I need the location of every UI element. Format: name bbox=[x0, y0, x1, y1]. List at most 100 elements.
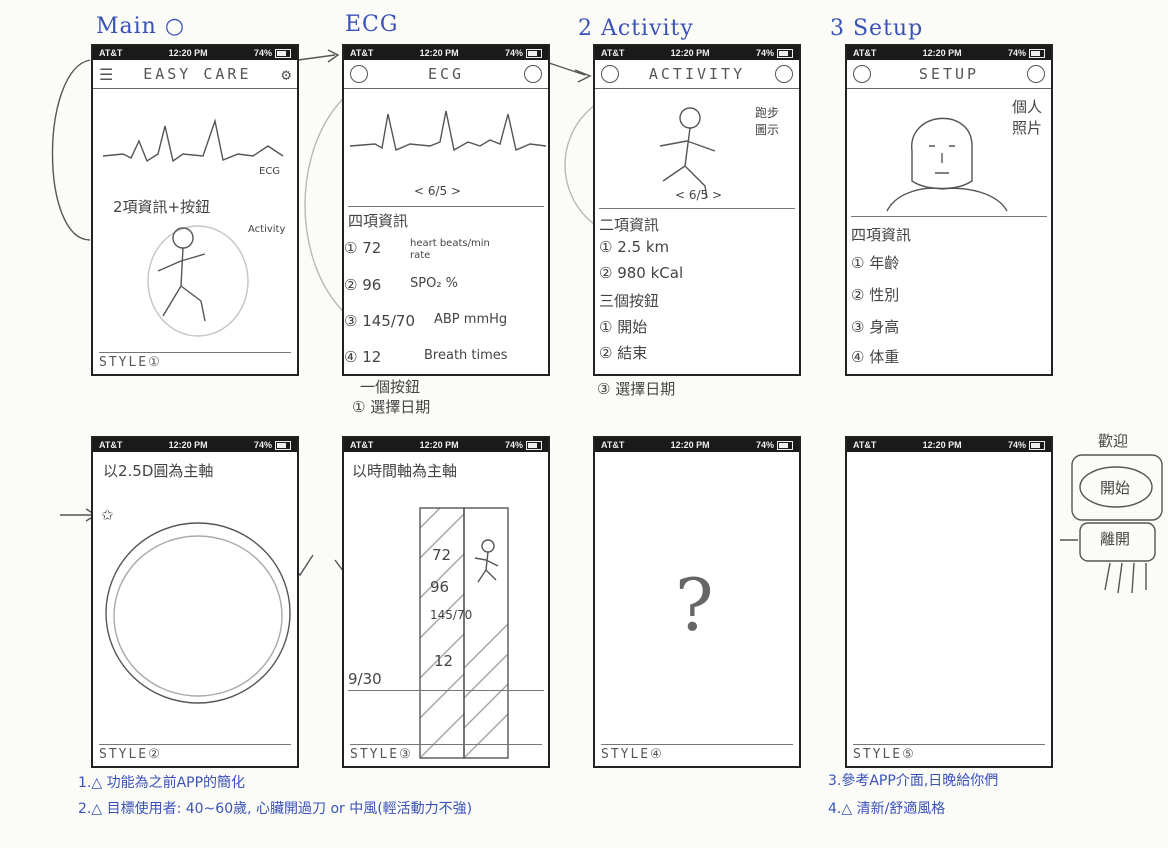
time: 12:20 PM bbox=[419, 48, 459, 58]
exit-button[interactable]: 離開 bbox=[1100, 528, 1130, 549]
page-title: 以時間軸為主軸 bbox=[352, 462, 458, 480]
battery-icon bbox=[1029, 441, 1045, 451]
battery: 74% bbox=[755, 47, 774, 58]
status-bar: AT&T 12:20 PM 74% bbox=[93, 438, 297, 452]
menu-icon[interactable]: ☰ bbox=[99, 65, 113, 84]
note-4: 4.△ 清新/舒適風格 bbox=[828, 801, 946, 817]
button-section: 三個按鈕 bbox=[599, 292, 660, 310]
start-button[interactable]: ① 開始 bbox=[599, 316, 647, 337]
back-button[interactable] bbox=[350, 65, 368, 83]
battery: 74% bbox=[253, 47, 272, 58]
battery: 74% bbox=[253, 439, 272, 450]
battery-icon bbox=[777, 441, 793, 451]
carrier: AT&T bbox=[601, 440, 625, 450]
status-bar: AT&T 12:20 PM 74% bbox=[595, 438, 799, 452]
side-panel-sketch bbox=[1060, 454, 1163, 594]
date-label: 9/30 bbox=[348, 670, 382, 688]
battery-icon bbox=[526, 441, 542, 451]
value-spo2: 96 bbox=[430, 578, 450, 596]
pager[interactable]: < 6/5 > bbox=[414, 184, 461, 198]
info-text: 2項資訊+按鈕 bbox=[113, 198, 211, 216]
activity-date-button[interactable]: ③ 選擇日期 bbox=[597, 378, 675, 399]
style-label: STYLE⑤ bbox=[853, 744, 1045, 762]
row-desc: SPO₂ % bbox=[410, 276, 459, 291]
row-num: ① 72 bbox=[344, 239, 382, 257]
row-desc: ABP mmHg bbox=[434, 312, 508, 327]
status-bar: AT&T 12:20 PM 74% bbox=[595, 46, 799, 60]
pager[interactable]: < 6/5 > bbox=[675, 188, 722, 202]
options-button[interactable] bbox=[775, 65, 793, 83]
nav-bar: ☰ EASY CARE ⚙ bbox=[93, 60, 297, 89]
options-button[interactable] bbox=[1027, 65, 1045, 83]
section-title: 二項資訊 bbox=[599, 216, 660, 234]
back-button[interactable] bbox=[853, 65, 871, 83]
options-button[interactable] bbox=[524, 65, 542, 83]
profile-photo[interactable] bbox=[886, 101, 1017, 212]
tag-ecg: ECG bbox=[259, 166, 281, 177]
divider bbox=[348, 690, 544, 691]
section-title: 四項資訊 bbox=[348, 212, 409, 230]
battery: 74% bbox=[504, 439, 523, 450]
carrier: AT&T bbox=[853, 48, 877, 58]
row-age: ① 年齡 bbox=[851, 254, 900, 272]
section-title: 四項資訊 bbox=[851, 226, 912, 244]
row-gender: ② 性別 bbox=[851, 286, 900, 304]
note-2: 2.△ 目標使用者: 40~60歲, 心臟開過刀 or 中風(輕活動力不強) bbox=[78, 801, 473, 817]
style-label: STYLE① bbox=[99, 352, 291, 370]
battery: 74% bbox=[504, 47, 523, 58]
time: 12:20 PM bbox=[670, 440, 710, 450]
row-num: ③ 145/70 bbox=[344, 312, 415, 330]
ecg-button-section: 一個按鈕 bbox=[360, 378, 421, 396]
battery: 74% bbox=[1007, 439, 1026, 450]
value-abp: 145/70 bbox=[430, 608, 473, 622]
screen-style3: AT&T 12:20 PM 74% 以時間軸為主軸 72 96 145/70 1… bbox=[342, 436, 550, 768]
tag-activity: Activity bbox=[248, 224, 286, 235]
battery-icon bbox=[275, 441, 291, 451]
battery-icon bbox=[777, 49, 793, 59]
ecg-wave bbox=[349, 110, 547, 152]
page-title: EASY CARE bbox=[143, 65, 252, 83]
row-desc: heart beats/min bbox=[410, 238, 490, 249]
status-bar: AT&T 12:20 PM 74% bbox=[847, 46, 1051, 60]
nav-bar: ECG bbox=[344, 60, 548, 89]
status-bar: AT&T 12:20 PM 74% bbox=[344, 46, 548, 60]
battery-icon bbox=[526, 49, 542, 59]
back-button[interactable] bbox=[601, 65, 619, 83]
nav-bar: SETUP bbox=[847, 60, 1051, 89]
row-desc: Breath times bbox=[424, 348, 508, 363]
gear-icon[interactable]: ⚙ bbox=[281, 65, 291, 84]
screen-setup: AT&T 12:20 PM 74% SETUP 個人 照片 四項資訊 ① 年齡 … bbox=[845, 44, 1053, 376]
page-title: 以2.5D圓為主軸 bbox=[103, 462, 214, 480]
carrier: AT&T bbox=[99, 48, 123, 58]
row-weight: ④ 体重 bbox=[851, 348, 900, 366]
side-note: 個人 照片 bbox=[1012, 98, 1043, 137]
note-3: 3.參考APP介面,日晚給你們 bbox=[828, 773, 999, 789]
screen-style4: AT&T 12:20 PM 74% ? STYLE④ bbox=[593, 436, 801, 768]
carrier: AT&T bbox=[350, 48, 374, 58]
carrier: AT&T bbox=[601, 48, 625, 58]
carrier: AT&T bbox=[350, 440, 374, 450]
screen-activity: AT&T 12:20 PM 74% ACTIVITY 跑步 圖示 < 6/5 >… bbox=[593, 44, 801, 376]
time: 12:20 PM bbox=[922, 440, 962, 450]
time: 12:20 PM bbox=[168, 440, 208, 450]
style-label: STYLE③ bbox=[350, 744, 542, 762]
row-num: ④ 12 bbox=[344, 348, 382, 366]
side-heading: 歡迎 bbox=[1098, 432, 1129, 450]
side-note: 跑步 圖示 bbox=[755, 106, 780, 137]
row-distance: ① 2.5 km bbox=[599, 238, 670, 256]
note-1: 1.△ 功能為之前APP的簡化 bbox=[78, 775, 246, 791]
screen-main: AT&T 12:20 PM 74% ☰ EASY CARE ⚙ ECG 2項資訊… bbox=[91, 44, 299, 376]
battery-icon bbox=[1029, 49, 1045, 59]
screen-style5: AT&T 12:20 PM 74% STYLE⑤ bbox=[845, 436, 1053, 768]
end-button[interactable]: ② 結束 bbox=[599, 342, 647, 363]
battery: 74% bbox=[755, 439, 774, 450]
runner-icon[interactable] bbox=[143, 225, 249, 337]
page-title: ACTIVITY bbox=[648, 65, 746, 83]
circle-wheel[interactable] bbox=[103, 518, 293, 708]
start-button[interactable]: 開始 bbox=[1100, 477, 1130, 498]
ecg-date-button[interactable]: ① 選擇日期 bbox=[352, 396, 430, 417]
status-bar: AT&T 12:20 PM 74% bbox=[344, 438, 548, 452]
divider bbox=[348, 206, 544, 207]
row-calories: ② 980 kCal bbox=[599, 264, 684, 282]
divider bbox=[599, 208, 795, 209]
